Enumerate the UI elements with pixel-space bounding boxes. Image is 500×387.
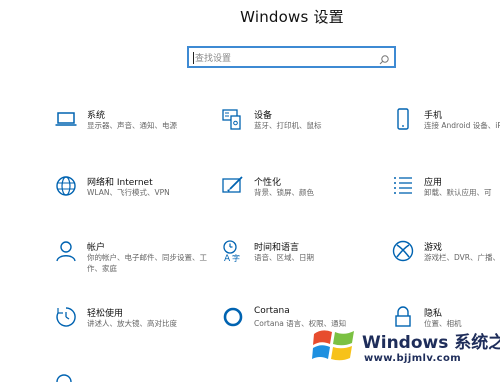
- tile-description: 连接 Android 设备、iP: [424, 121, 500, 130]
- xbox-icon: [392, 240, 416, 264]
- watermark: Windows 系统之家 www.bjjmlv.com: [300, 318, 500, 375]
- tile-phone[interactable]: 手机 连接 Android 设备、iP: [392, 108, 500, 148]
- tile-system[interactable]: 系统 显示器、声音、通知、电源: [55, 108, 215, 148]
- watermark-url: www.bjjmlv.com: [364, 353, 462, 364]
- search-placeholder: 查找设置: [195, 54, 232, 64]
- watermark-title: Windows 系统之家: [362, 333, 500, 353]
- ease-of-access-icon: [55, 306, 79, 330]
- text-caret: [193, 52, 194, 64]
- tile-accounts[interactable]: 帐户 你的帐户、电子邮件、同步设置、工作、家庭: [55, 240, 215, 280]
- tile-devices[interactable]: 设备 蓝牙、打印机、鼠标: [222, 108, 382, 148]
- tile-description: WLAN、飞行模式、VPN: [87, 188, 170, 197]
- tile-description: 蓝牙、打印机、鼠标: [254, 121, 322, 130]
- tile-ease-of-access[interactable]: 轻松使用 讲述人、放大镜、高对比度: [55, 306, 215, 346]
- person-icon: [55, 240, 79, 264]
- search-icon[interactable]: [378, 51, 390, 65]
- tile-network[interactable]: 网络和 Internet WLAN、飞行模式、VPN: [55, 175, 215, 215]
- tile-description: 你的帐户、电子邮件、同步设置、工作、家庭: [87, 253, 207, 273]
- update-icon: [55, 368, 73, 383]
- tile-gaming[interactable]: 游戏 游戏栏、DVR、广播、: [392, 240, 500, 280]
- tile-description: 背景、锁屏、颜色: [254, 188, 314, 197]
- tile-label: Cortana: [254, 306, 290, 316]
- search-input[interactable]: 查找设置: [187, 46, 396, 68]
- svg-text:A: A: [224, 254, 231, 262]
- globe-icon: [55, 175, 79, 199]
- svg-text:字: 字: [232, 253, 240, 262]
- cortana-icon: [222, 306, 246, 330]
- paint-icon: [222, 175, 246, 199]
- tile-description: 卸载、默认应用、可: [424, 188, 492, 197]
- page-title: Windows 设置: [240, 8, 344, 26]
- tile-apps[interactable]: 应用 卸载、默认应用、可: [392, 175, 500, 215]
- phone-icon: [392, 108, 416, 132]
- tile-personalization[interactable]: 个性化 背景、锁屏、颜色: [222, 175, 382, 215]
- laptop-icon: [55, 108, 79, 132]
- time-language-icon: A字: [222, 240, 246, 264]
- tile-description: 显示器、声音、通知、电源: [87, 121, 177, 130]
- tile-description: 讲述人、放大镜、高对比度: [87, 319, 177, 328]
- keyboard-icon: [222, 108, 246, 132]
- tile-description: 游戏栏、DVR、广播、: [424, 253, 500, 262]
- apps-list-icon: [392, 175, 416, 199]
- tile-time-language[interactable]: A字 时间和语言 语音、区域、日期: [222, 240, 382, 280]
- windows-logo-icon: [312, 322, 356, 366]
- tile-description: 语音、区域、日期: [254, 253, 314, 262]
